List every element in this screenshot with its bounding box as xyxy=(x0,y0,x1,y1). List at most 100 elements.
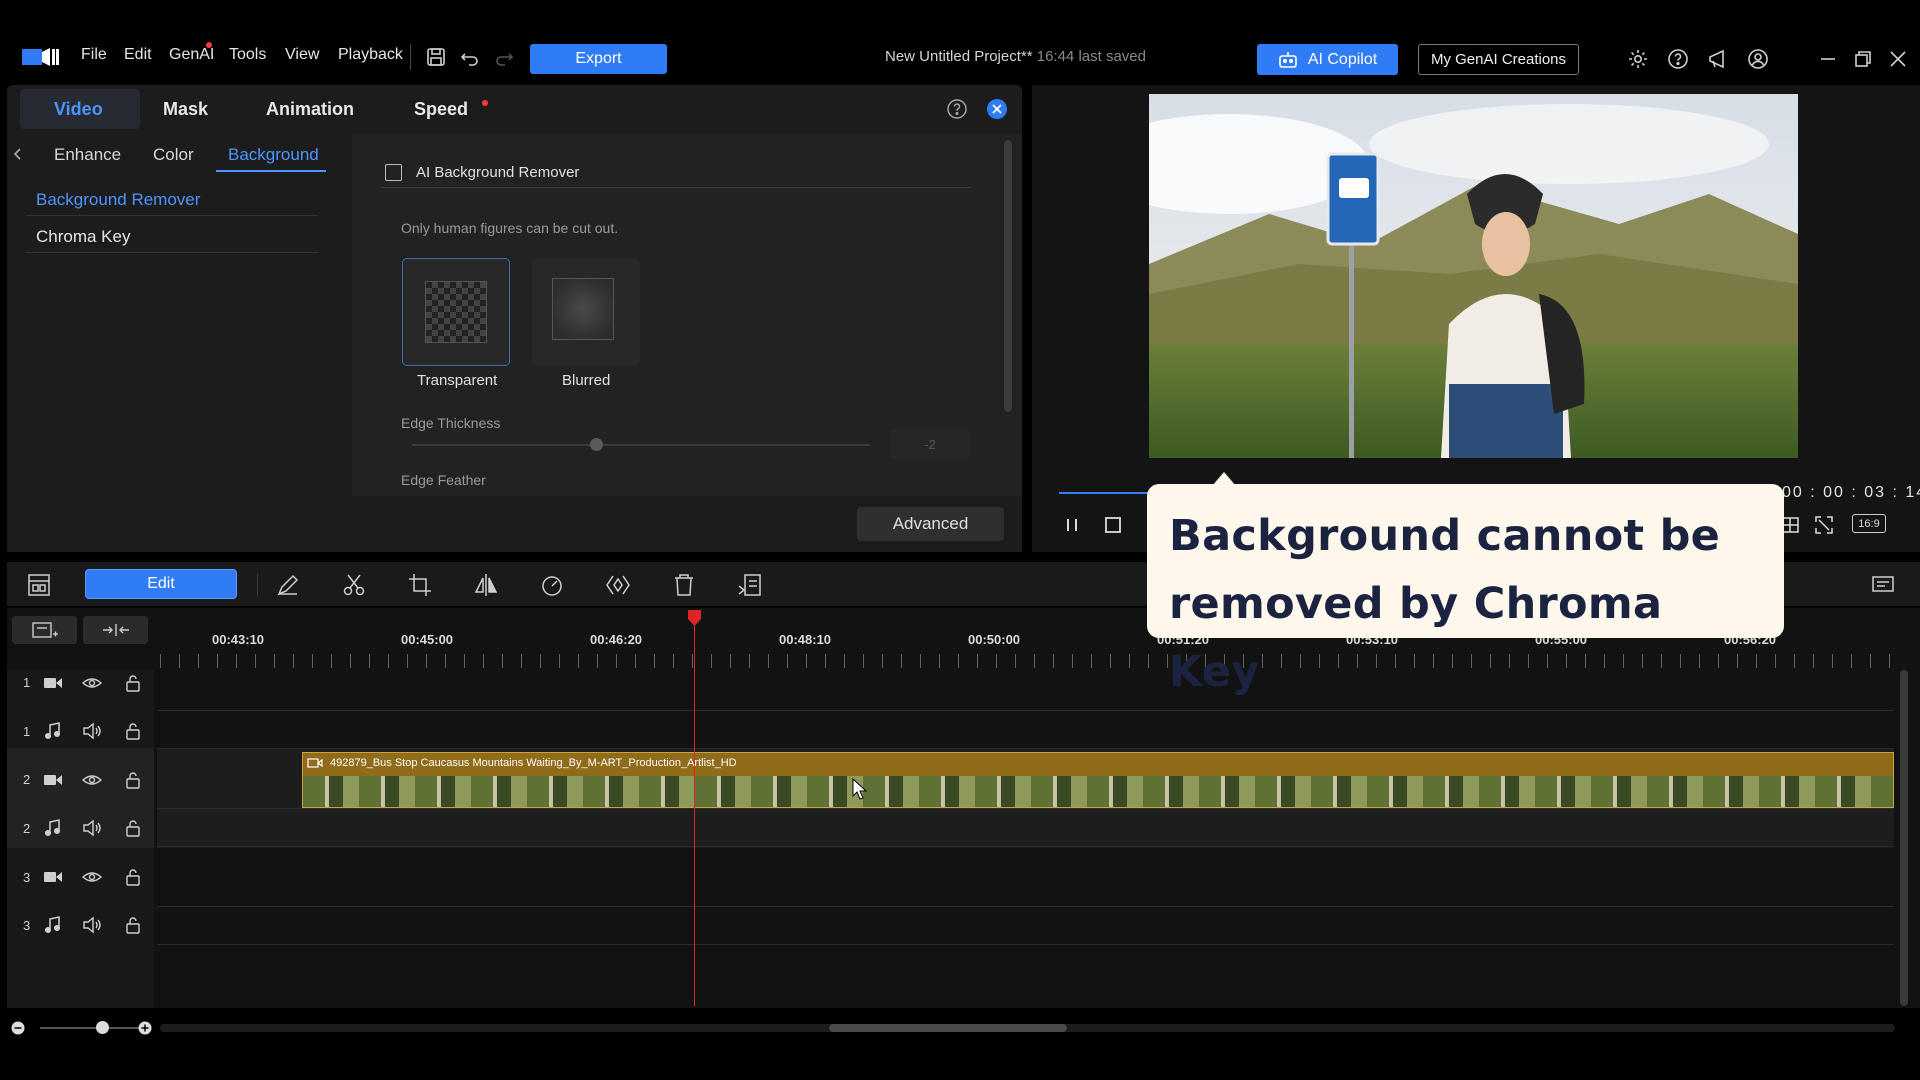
storyboard-icon[interactable] xyxy=(26,572,52,598)
export-button[interactable]: Export xyxy=(530,44,667,74)
ai-copilot-button[interactable]: AI Copilot xyxy=(1257,44,1398,75)
pause-icon[interactable] xyxy=(1062,515,1082,535)
tab-video[interactable]: Video xyxy=(54,99,103,120)
playhead-line[interactable] xyxy=(694,610,695,1006)
side-item-background-remover[interactable]: Background Remover xyxy=(36,190,200,210)
edge-thickness-slider-thumb[interactable] xyxy=(590,438,603,451)
add-track-button[interactable] xyxy=(12,616,77,644)
menu-genai[interactable]: GenAI xyxy=(169,46,214,64)
menu-separator xyxy=(410,44,411,70)
lock-icon[interactable] xyxy=(123,915,143,935)
edge-thickness-input[interactable]: -2 xyxy=(890,430,970,458)
track-divider xyxy=(157,944,1894,945)
lock-icon[interactable] xyxy=(123,721,143,741)
track-divider xyxy=(157,808,1894,809)
chevron-left-icon[interactable] xyxy=(10,146,26,162)
flip-icon[interactable] xyxy=(473,572,499,598)
panel-close-icon[interactable] xyxy=(986,98,1008,120)
timeline-settings-icon[interactable] xyxy=(1870,572,1896,598)
add-track-icon xyxy=(31,622,58,638)
menu-view[interactable]: View xyxy=(285,46,319,64)
subtab-enhance[interactable]: Enhance xyxy=(54,145,121,165)
menu-tools[interactable]: Tools xyxy=(229,46,266,64)
scissors-icon[interactable] xyxy=(341,572,367,598)
timeline-vertical-scrollbar[interactable] xyxy=(1900,670,1908,1006)
undo-icon[interactable] xyxy=(459,46,481,68)
subtab-color[interactable]: Color xyxy=(153,145,194,165)
preview-progress-bar[interactable] xyxy=(1059,492,1159,494)
tab-animation[interactable]: Animation xyxy=(266,99,354,120)
fullscreen-icon[interactable] xyxy=(1814,515,1834,535)
eye-icon[interactable] xyxy=(82,867,102,887)
eye-icon[interactable] xyxy=(82,770,102,790)
keyframe-icon[interactable] xyxy=(605,572,631,598)
tab-speed[interactable]: Speed xyxy=(414,99,468,120)
playhead-handle[interactable] xyxy=(688,610,701,626)
zoom-in-icon[interactable] xyxy=(138,1021,152,1035)
subtab-active-underline xyxy=(216,170,326,172)
lock-icon[interactable] xyxy=(123,770,143,790)
option-transparent-label: Transparent xyxy=(417,372,498,389)
zoom-slider-track[interactable] xyxy=(40,1027,140,1029)
my-genai-creations-button[interactable]: My GenAI Creations xyxy=(1418,44,1579,75)
ruler-label: 00:45:00 xyxy=(401,632,454,647)
megaphone-icon[interactable] xyxy=(1707,48,1729,70)
eye-icon[interactable] xyxy=(82,673,102,693)
advanced-button[interactable]: Advanced xyxy=(857,507,1004,541)
lock-icon[interactable] xyxy=(123,818,143,838)
clip-video-icon xyxy=(307,757,323,769)
timeline-scroll-thumb[interactable] xyxy=(829,1024,1067,1032)
option-transparent[interactable] xyxy=(402,258,510,366)
redo-icon[interactable] xyxy=(493,46,515,68)
help-icon[interactable] xyxy=(1667,48,1689,70)
trash-icon[interactable] xyxy=(671,572,697,598)
menu-file[interactable]: File xyxy=(81,46,107,64)
project-title: New Untitled Project** 16:44 last saved xyxy=(885,48,1146,65)
fit-icon xyxy=(102,624,129,636)
close-window-icon[interactable] xyxy=(1887,48,1909,70)
callout-box: Background cannot be removed by Chroma K… xyxy=(1147,484,1784,697)
edge-feather-label: Edge Feather xyxy=(401,472,486,488)
restore-icon[interactable] xyxy=(1852,48,1874,70)
save-icon[interactable] xyxy=(425,46,447,68)
option-blurred[interactable] xyxy=(532,258,640,366)
lock-icon[interactable] xyxy=(123,673,143,693)
ruler-label: 00:50:00 xyxy=(968,632,1021,647)
pen-icon[interactable] xyxy=(275,572,301,598)
speaker-icon[interactable] xyxy=(82,915,102,935)
crop-icon[interactable] xyxy=(407,572,433,598)
zoom-out-icon[interactable] xyxy=(11,1021,25,1035)
edge-thickness-slider-track[interactable] xyxy=(412,444,870,446)
account-icon[interactable] xyxy=(1747,48,1769,70)
gear-icon[interactable] xyxy=(1627,48,1649,70)
track-number: 3 xyxy=(23,870,31,885)
side-divider xyxy=(26,215,318,216)
ai-background-remover-checkbox[interactable] xyxy=(385,164,402,181)
divider xyxy=(382,187,970,188)
timecode: 00 : 00 : 03 : 14 xyxy=(1782,484,1920,501)
panel-scrollbar[interactable] xyxy=(1004,140,1012,412)
panel-help-icon[interactable] xyxy=(946,98,968,120)
menu-playback[interactable]: Playback xyxy=(338,46,403,64)
aspect-ratio-button[interactable]: 16:9 xyxy=(1852,514,1886,533)
clip-filmstrip xyxy=(303,776,1893,807)
fit-timeline-button[interactable] xyxy=(83,616,148,644)
insert-icon[interactable] xyxy=(737,572,763,598)
callout-line-1: Background cannot be xyxy=(1169,511,1721,561)
speed-icon[interactable] xyxy=(539,572,565,598)
track-divider xyxy=(157,748,1894,749)
menu-edit[interactable]: Edit xyxy=(124,46,152,64)
edit-button[interactable]: Edit xyxy=(85,569,237,599)
speaker-icon[interactable] xyxy=(82,818,102,838)
track-divider xyxy=(157,710,1894,711)
subtab-background[interactable]: Background xyxy=(228,145,319,165)
lock-icon[interactable] xyxy=(123,867,143,887)
minimize-icon[interactable] xyxy=(1817,48,1839,70)
stop-icon[interactable] xyxy=(1103,515,1123,535)
side-item-chroma-key[interactable]: Chroma Key xyxy=(36,227,130,247)
preview-video-frame xyxy=(1149,94,1798,458)
zoom-slider-thumb[interactable] xyxy=(96,1021,109,1034)
option-blurred-label: Blurred xyxy=(562,372,611,389)
tab-mask[interactable]: Mask xyxy=(163,99,208,120)
speaker-icon[interactable] xyxy=(82,721,102,741)
